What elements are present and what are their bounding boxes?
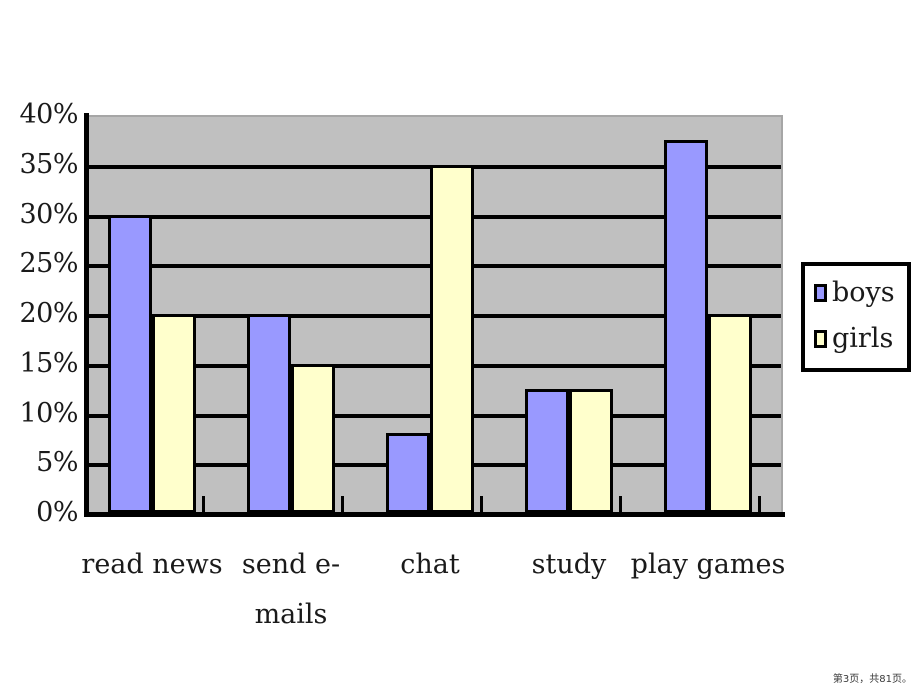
- y-tick-label: 25%: [19, 248, 78, 280]
- bar-chart-figure: 0% 5% 10% 15% 20% 25% 30% 35% 40% read news send …: [0, 0, 920, 690]
- bar-girls-send-e--mails: [291, 363, 335, 513]
- legend-swatch-boys-icon: [814, 284, 827, 302]
- y-tick-label: 40%: [19, 99, 78, 130]
- y-tick-label: 30%: [19, 198, 78, 230]
- bar-boys-play-games: [664, 139, 708, 513]
- y-tick-label: 5%: [36, 447, 78, 479]
- bar-boys-send-e--mails: [247, 314, 291, 513]
- bar-boys-chat: [386, 433, 430, 513]
- bar-group: [227, 115, 366, 513]
- legend-swatch-girls-icon: [814, 330, 827, 348]
- bar-group: [88, 115, 227, 513]
- bar-girls-play-games: [708, 314, 752, 513]
- category-tick: [619, 496, 622, 513]
- y-tick-label: 20%: [19, 298, 78, 329]
- category-tick: [202, 496, 205, 513]
- footer-page-number: 第3页，共81页。: [832, 674, 912, 685]
- y-tick-label: 10%: [19, 397, 78, 429]
- category-tick: [341, 496, 344, 513]
- bar-group: [505, 115, 644, 513]
- bar-group: [644, 115, 783, 513]
- bars-layer: [88, 115, 783, 513]
- legend-label-girls: girls: [832, 323, 894, 354]
- y-tick-label: 15%: [19, 347, 78, 379]
- y-tick-label: 0%: [36, 497, 78, 528]
- chart-legend: boys girls: [801, 262, 911, 372]
- x-axis-category-labels: read news send e- mails chat study play game…: [81, 540, 785, 640]
- category-tick: [758, 496, 761, 513]
- legend-label-boys: boys: [832, 277, 895, 308]
- bar-girls-read-news: [152, 314, 196, 513]
- legend-entry-boys[interactable]: boys: [814, 278, 895, 308]
- y-tick-label: 35%: [19, 148, 78, 180]
- category-tick: [480, 496, 483, 513]
- x-category-label: play games: [630, 549, 786, 580]
- legend-entry-girls[interactable]: girls: [814, 324, 893, 354]
- bar-group: [366, 115, 505, 513]
- bar-boys-study: [525, 388, 569, 513]
- bar-boys-read-news: [108, 214, 152, 513]
- bar-girls-chat: [430, 164, 474, 513]
- bar-girls-study: [569, 388, 613, 513]
